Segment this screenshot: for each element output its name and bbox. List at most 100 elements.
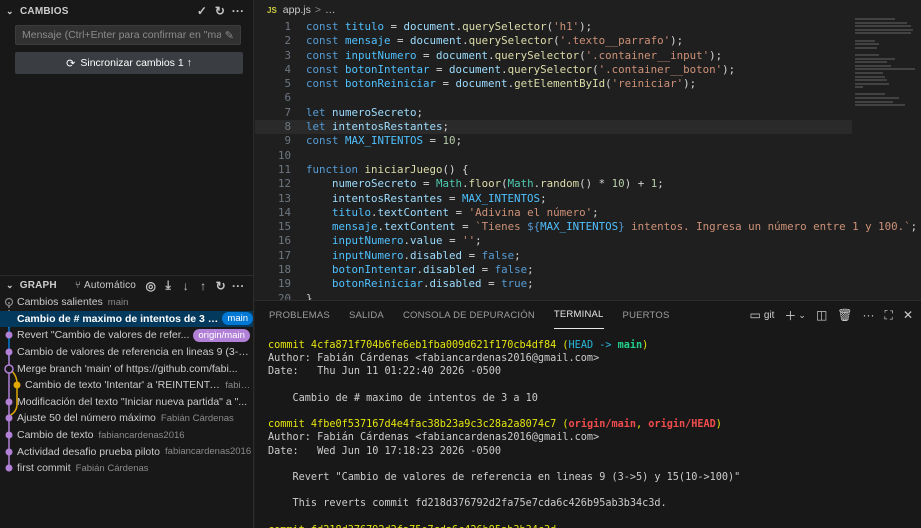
code-text: const titulo = document.querySelector('h… xyxy=(306,20,592,34)
code-line[interactable]: 8 let intentosRestantes; xyxy=(255,120,852,135)
code-token: disabled xyxy=(410,248,463,262)
terminal-line: Cambio de # maximo de intentos de 3 a 10 xyxy=(268,392,911,405)
code-token: intentos. Ingresa un número entre 1 y 10… xyxy=(624,220,911,234)
code-text: function iniciarJuego() { xyxy=(306,163,469,177)
code-line[interactable]: 11 function iniciarJuego() { xyxy=(255,163,921,177)
graph-commit-row[interactable]: first commit Fabián Cárdenas xyxy=(0,460,253,477)
code-line[interactable]: 18 botonIntentar.disabled = false; xyxy=(255,263,921,277)
minimap-line xyxy=(855,71,883,74)
minimap-line xyxy=(855,64,891,67)
breadcrumb-ellipsis[interactable]: … xyxy=(325,4,336,16)
pull-icon[interactable]: ↓ xyxy=(177,279,194,293)
minimap-line xyxy=(855,57,895,60)
commit-message: Merge branch 'main' of https://github.co… xyxy=(17,362,238,375)
branch-badge[interactable]: origin/main xyxy=(193,328,250,342)
graph-commit-row[interactable]: Revert "Cambio de valores de refer... ori… xyxy=(0,327,253,344)
code-line[interactable]: 2 const mensaje = document.querySelector(… xyxy=(255,34,921,48)
code-token: const xyxy=(306,48,346,62)
maximize-panel-icon[interactable]: ⛶ xyxy=(885,308,893,323)
sync-changes-button[interactable]: ⟳ Sincronizar cambios 1 ↑ xyxy=(15,52,243,74)
breadcrumb[interactable]: JS app.js > … xyxy=(255,0,921,20)
more-actions-icon[interactable]: ··· xyxy=(229,4,247,18)
code-line[interactable]: 1 const titulo = document.querySelector('… xyxy=(255,20,921,34)
terminal-output[interactable]: commit 4cfa871f704b6fe6eb1fba009d621f170… xyxy=(268,339,911,528)
code-text: inputNumero.disabled = false; xyxy=(306,249,521,263)
graph-commit-row[interactable]: Modificación del texto "Iniciar nueva pa… xyxy=(0,394,253,411)
code-line[interactable]: 14 titulo.textContent = 'Adivina el núme… xyxy=(255,206,921,220)
new-terminal-icon[interactable]: ＋ xyxy=(784,307,796,324)
push-icon[interactable]: ↑ xyxy=(195,279,212,293)
target-icon[interactable]: ◎ xyxy=(142,279,159,293)
code-token: = xyxy=(429,62,450,76)
code-line[interactable]: 15 mensaje.textContent = `Tienes ${MAX_I… xyxy=(255,220,921,234)
changes-section-header[interactable]: ⌄ CAMBIOS ✓ ↻ ··· xyxy=(0,0,253,22)
code-line[interactable]: 20} xyxy=(255,292,921,300)
branch-badge[interactable]: main xyxy=(222,312,253,326)
trash-icon[interactable]: 🗑 xyxy=(837,308,852,322)
panel-tab-terminal[interactable]: TERMINAL xyxy=(553,301,604,329)
more-actions-icon[interactable]: ··· xyxy=(230,279,247,293)
more-actions-icon[interactable]: ··· xyxy=(863,308,875,322)
code-line[interactable]: 17 inputNumero.disabled = false; xyxy=(255,249,921,263)
graph-section-header[interactable]: ⌄ GRAPH ⑂ Automático ◎ ⤓ ↓ ↑ ↻ ··· xyxy=(0,275,253,295)
code-line[interactable]: 13 intentosRestantes = MAX_INTENTOS; xyxy=(255,192,921,206)
terminal-name[interactable]: git xyxy=(764,310,775,321)
terminal-text: origin/main xyxy=(568,419,637,431)
chevron-down-icon[interactable]: ⌄ xyxy=(6,280,16,291)
line-number: 12 xyxy=(277,177,291,191)
refresh-icon[interactable]: ↻ xyxy=(212,279,229,293)
commit-message-box[interactable]: ✎ xyxy=(15,25,241,45)
code-line[interactable]: 7 let numeroSecreto; xyxy=(255,106,921,120)
graph-commit-row[interactable]: Merge branch 'main' of https://github.co… xyxy=(0,360,253,377)
panel-tab-problemas[interactable]: PROBLEMAS xyxy=(269,301,330,329)
code-token: ; xyxy=(514,248,521,262)
code-line[interactable]: 10 xyxy=(255,149,921,163)
breadcrumb-filename[interactable]: app.js xyxy=(283,4,311,16)
commit-message: Cambios salientes xyxy=(17,296,103,309)
graph-commit-row[interactable]: Ajuste 50 del número máximo Fabián Cárden… xyxy=(0,410,253,427)
code-token: botonIntentar xyxy=(332,263,417,277)
graph-commit-row[interactable]: Cambio de # maximo de intentos de 3 a ..… xyxy=(0,310,253,328)
code-token: ); xyxy=(683,77,697,91)
chevron-down-icon[interactable]: ⌄ xyxy=(798,310,806,321)
code-line[interactable]: 3 const inputNumero = document.querySelec… xyxy=(255,49,921,63)
split-terminal-icon[interactable]: ◫ xyxy=(816,308,827,322)
fetch-icon[interactable]: ⤓ xyxy=(160,278,177,293)
code-line[interactable]: 19 botonReiniciar.disabled = true; xyxy=(255,277,921,291)
code-line[interactable]: 6 xyxy=(255,91,921,105)
code-token: textContent xyxy=(384,220,456,234)
code-line[interactable]: 4 const botonIntentar = document.querySel… xyxy=(255,63,921,77)
graph-commit-row[interactable]: Actividad desafio prueba piloto fabiancar… xyxy=(0,443,253,460)
graph-commit-row[interactable]: Cambios salientes main xyxy=(0,294,253,311)
code-area[interactable]: 1 const titulo = document.querySelector('… xyxy=(255,20,921,300)
panel-tab-consola-de-depuraci-n[interactable]: CONSOLA DE DEPURACIÓN xyxy=(403,301,535,329)
auto-branch-filter[interactable]: ⑂ Automático xyxy=(75,280,136,291)
code-token: numeroSecreto xyxy=(332,105,417,119)
code-line[interactable]: 5 const botonReiniciar = document.getElem… xyxy=(255,77,921,91)
code-editor[interactable]: JS app.js > … 1 const titulo = document.q… xyxy=(255,0,921,300)
commit-message: Cambio de # maximo de intentos de 3 a ..… xyxy=(17,312,219,325)
minimap[interactable] xyxy=(855,18,921,107)
commit-check-icon[interactable]: ✓ xyxy=(193,4,211,18)
graph-commit-row[interactable]: Cambio de valores de referencia en linea… xyxy=(0,344,253,361)
sparkle-generate-icon[interactable]: ✎ xyxy=(225,29,234,42)
close-panel-icon[interactable]: ✕ xyxy=(903,308,913,322)
commit-message-input[interactable] xyxy=(22,29,221,41)
code-token: inputNumero xyxy=(345,48,417,62)
panel-tab-puertos[interactable]: PUERTOS xyxy=(623,301,670,329)
code-line[interactable]: 12 numeroSecreto = Math.floor(Math.rando… xyxy=(255,177,921,191)
panel-tab-salida[interactable]: SALIDA xyxy=(349,301,384,329)
graph-commit-row[interactable]: Cambio de texto fabiancardenas2016 xyxy=(0,427,253,444)
code-token: MAX_INTENTOS xyxy=(540,220,619,234)
code-token: true xyxy=(501,277,528,291)
refresh-icon[interactable]: ↻ xyxy=(211,4,229,18)
terminal-icon[interactable]: ▭ xyxy=(749,308,760,322)
chevron-down-icon[interactable]: ⌄ xyxy=(6,6,16,17)
code-line[interactable]: 9 const MAX_INTENTOS = 10; xyxy=(255,134,921,148)
terminal-line: Author: Fabián Cárdenas <fabiancardenas2… xyxy=(268,352,911,365)
graph-commit-row[interactable]: Cambio de texto 'Intentar' a 'REINTENTAR… xyxy=(0,377,253,394)
source-control-sidebar: ⌄ CAMBIOS ✓ ↻ ··· ✎ ⟳ Sincronizar cambio… xyxy=(0,0,254,528)
code-line[interactable]: 16 inputNumero.value = ''; xyxy=(255,234,921,248)
